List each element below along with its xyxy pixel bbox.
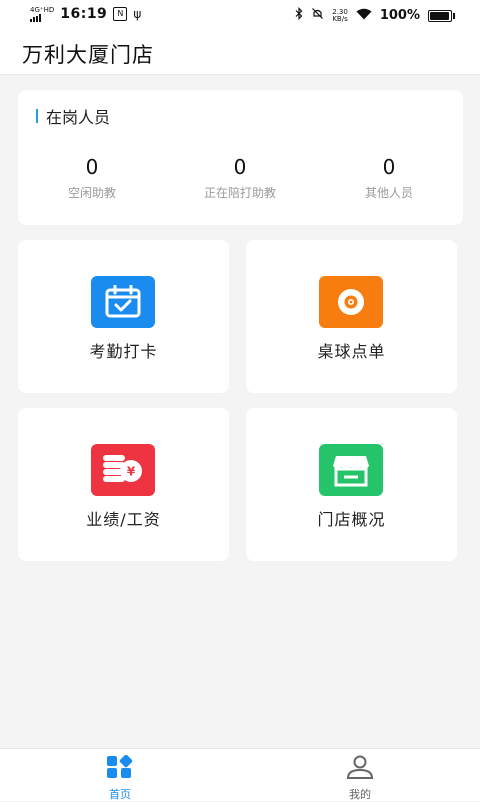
- home-grid-icon: [107, 754, 133, 778]
- title-accent-bar: [36, 109, 38, 123]
- stat-value: 0: [233, 155, 247, 179]
- calendar-check-icon: [91, 276, 155, 328]
- signal-bars-icon: [30, 13, 54, 22]
- tile-label: 业绩/工资: [86, 510, 161, 529]
- battery-icon: [428, 9, 455, 22]
- battery-level: [430, 11, 449, 20]
- tile-label: 桌球点单: [317, 342, 386, 361]
- on-duty-staff-card: 在岗人员 0 空闲助教 0 正在陪打助教 0 其他人员: [18, 90, 463, 225]
- tab-mine[interactable]: 我的: [330, 755, 390, 802]
- billiard-ball-icon: [319, 276, 383, 328]
- stat-label: 其他人员: [364, 186, 413, 200]
- user-icon: [346, 755, 374, 779]
- nfc-icon: N: [113, 7, 128, 21]
- speed-unit: KB/s: [332, 14, 348, 23]
- network-type: 4G⁺HD: [30, 5, 55, 14]
- mute-icon: [311, 7, 324, 24]
- yen-symbol: ¥: [127, 465, 136, 479]
- stat-label: 空闲助教: [67, 186, 116, 200]
- stat-label: 正在陪打助教: [203, 186, 276, 200]
- app-header: 万利大厦门店: [0, 30, 480, 75]
- tile-label: 考勤打卡: [89, 342, 158, 361]
- tile-label: 门店概况: [317, 510, 386, 529]
- performance-salary-tile[interactable]: ¥ 业绩/工资: [18, 408, 229, 561]
- coin-stack-yen-icon: ¥: [91, 444, 155, 496]
- store-overview-tile[interactable]: 门店概况: [246, 408, 457, 561]
- page-title: 万利大厦门店: [22, 43, 154, 67]
- stat-value: 0: [382, 155, 396, 179]
- billiards-order-tile[interactable]: 桌球点单: [246, 240, 457, 393]
- stat-idle-assistants[interactable]: 0 空闲助教: [18, 156, 166, 201]
- stat-other-staff[interactable]: 0 其他人员: [315, 156, 463, 201]
- battery-percentage: 100%: [379, 8, 420, 23]
- bluetooth-icon: [295, 7, 303, 24]
- status-left: 4G⁺HD 16:19 N ψ: [30, 6, 141, 22]
- storefront-icon: [319, 444, 383, 496]
- stat-value: 0: [85, 155, 99, 179]
- network-speed: 2.30 KB/s: [332, 8, 348, 23]
- attendance-tile[interactable]: 考勤打卡: [18, 240, 229, 393]
- card-title: 在岗人员: [46, 108, 111, 127]
- stat-busy-assistants[interactable]: 0 正在陪打助教: [166, 156, 314, 201]
- status-right: 2.30 KB/s 100%: [295, 7, 455, 24]
- bottom-tab-bar: 首页 我的: [0, 748, 480, 801]
- usb-icon: ψ: [133, 7, 142, 21]
- tab-home[interactable]: 首页: [90, 754, 150, 802]
- card-header: 在岗人员: [36, 104, 110, 128]
- clock: 16:19: [60, 6, 108, 22]
- wifi-icon: [356, 8, 372, 24]
- cellular-signal: 4G⁺HD: [30, 5, 55, 22]
- status-bar: 4G⁺HD 16:19 N ψ 2.30 KB/s 100%: [0, 0, 480, 30]
